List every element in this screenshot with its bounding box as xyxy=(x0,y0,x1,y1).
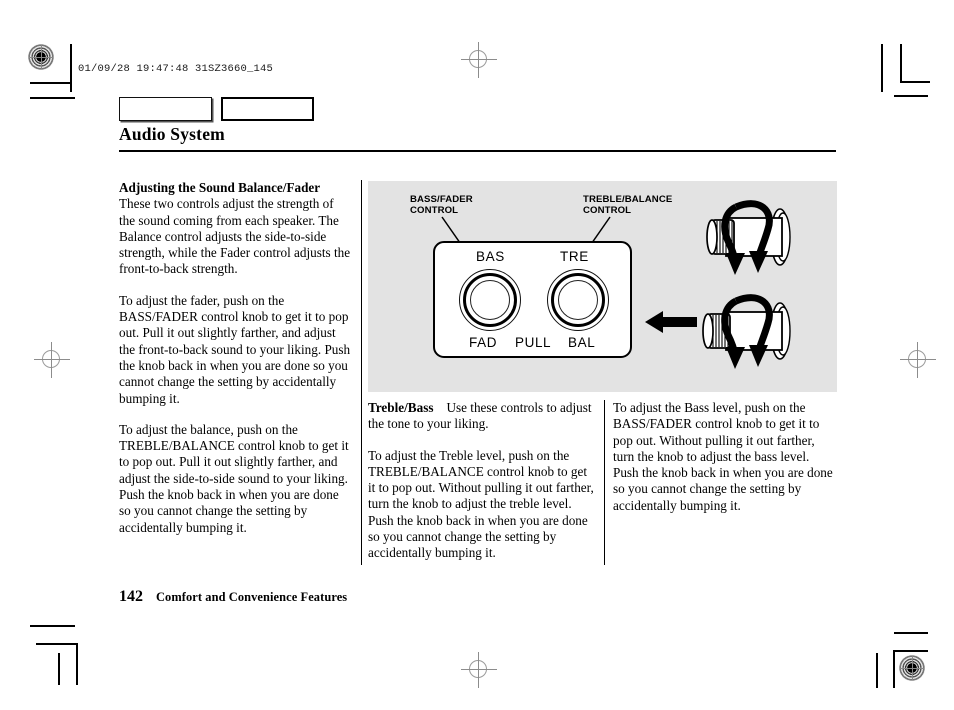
knob-inner-face xyxy=(470,280,510,320)
crop-mark-br-vertical xyxy=(893,650,895,688)
crop-mark-tl-horizontal xyxy=(30,82,70,84)
crop-mark-br-horizontal-2 xyxy=(895,650,928,652)
page-title: Audio System xyxy=(119,124,225,144)
title-divider xyxy=(119,150,836,152)
crop-mark-tr-horizontal xyxy=(900,81,930,83)
tab-right[interactable] xyxy=(221,97,314,121)
footer-section-name: Comfort and Convenience Features xyxy=(156,590,348,604)
page-footer: 142 Comfort and Convenience Features xyxy=(119,588,347,606)
bass-fader-knob[interactable] xyxy=(459,269,521,331)
paragraph-adjust-fader: To adjust the fader, push on the BASS/FA… xyxy=(119,292,351,406)
faceplate-label-tre: TRE xyxy=(560,249,589,264)
pull-out-arrow-icon xyxy=(645,311,697,333)
alignment-crosshair-left xyxy=(34,342,70,378)
column-divider-right xyxy=(604,400,606,565)
crop-mark-tr-vertical xyxy=(881,44,883,92)
knob-inner-face xyxy=(558,280,598,320)
middle-text-column: Treble/Bass Use these controls to adjust … xyxy=(368,400,596,562)
left-text-column: Adjusting the Sound Balance/FaderThese t… xyxy=(119,180,352,536)
crop-mark-tl-vertical xyxy=(70,44,72,92)
crop-mark-bl-horizontal-2 xyxy=(36,643,76,645)
paragraph-treble-bass: Treble/Bass Use these controls to adjust … xyxy=(368,400,596,433)
faceplate-label-pull: PULL xyxy=(515,335,552,350)
alignment-crosshair-top xyxy=(461,42,497,78)
crop-mark-br-horizontal xyxy=(894,632,928,634)
paragraph-adjusting-sound: Adjusting the Sound Balance/FaderThese t… xyxy=(119,180,352,278)
crosshair-vertical-line xyxy=(478,42,479,78)
crosshair-horizontal-line xyxy=(900,359,936,360)
tab-left[interactable] xyxy=(119,97,212,121)
heading-adjusting-sound: Adjusting the Sound Balance/Fader xyxy=(119,180,321,195)
crop-mark-tl-horizontal-2 xyxy=(30,97,75,99)
crop-mark-tr-vertical-2 xyxy=(900,44,902,82)
knob-pull-turn-illustration xyxy=(702,294,791,369)
crop-mark-bl-vertical-2 xyxy=(58,653,60,685)
crop-mark-bl-horizontal xyxy=(30,625,75,627)
crop-mark-br-vertical-2 xyxy=(876,653,878,688)
paragraph-adjust-balance: To adjust the balance, push on the TREBL… xyxy=(119,421,349,535)
faceplate-label-fad: FAD xyxy=(469,335,498,350)
print-header-code: 01/09/28 19:47:48 31SZ3660_145 xyxy=(78,63,274,75)
body-adjusting-sound: These two controls adjust the strength o… xyxy=(119,196,351,277)
crosshair-vertical-line xyxy=(478,652,479,688)
registration-target-top-left xyxy=(28,44,54,70)
right-text-column: To adjust the Bass level, push on the BA… xyxy=(613,400,838,514)
crop-mark-tr-horizontal-2 xyxy=(894,95,928,97)
crop-mark-bl-vertical xyxy=(76,643,78,685)
crosshair-horizontal-line xyxy=(461,669,497,670)
alignment-crosshair-bottom xyxy=(461,652,497,688)
crosshair-vertical-line xyxy=(917,342,918,378)
alignment-crosshair-right xyxy=(900,342,936,378)
heading-treble-bass: Treble/Bass xyxy=(368,400,434,415)
treble-balance-knob[interactable] xyxy=(547,269,609,331)
footer-page-number: 142 xyxy=(119,588,143,605)
crosshair-vertical-line xyxy=(51,342,52,378)
paragraph-adjust-bass: To adjust the Bass level, push on the BA… xyxy=(613,400,833,513)
knob-turn-illustration xyxy=(706,200,791,275)
audio-faceplate: BAS TRE FAD PULL BAL xyxy=(433,241,632,358)
paragraph-adjust-treble: To adjust the Treble level, push on the … xyxy=(368,447,594,561)
audio-control-figure: BASS/FADER CONTROL TREBLE/BALANCE CONTRO… xyxy=(368,181,837,392)
faceplate-label-bas: BAS xyxy=(476,249,505,264)
faceplate-label-bal: BAL xyxy=(568,335,596,350)
column-divider-left xyxy=(361,180,363,565)
registration-target-bottom-right xyxy=(899,655,925,681)
crosshair-horizontal-line xyxy=(461,59,497,60)
crosshair-horizontal-line xyxy=(34,359,70,360)
